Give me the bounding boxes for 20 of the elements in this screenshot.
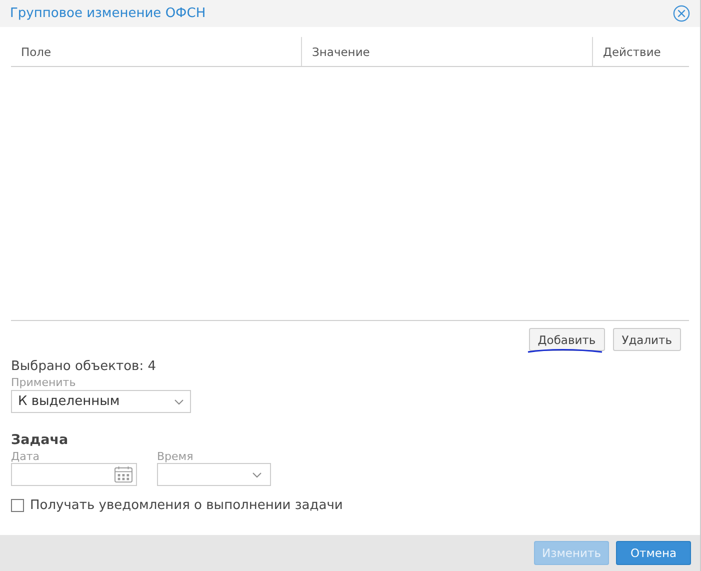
time-dropdown[interactable] xyxy=(157,463,271,486)
delete-button[interactable]: Удалить xyxy=(612,328,681,351)
apply-dropdown[interactable]: К выделенным xyxy=(11,390,191,413)
checkbox-label: Получать уведомления о выполнении задачи xyxy=(30,498,343,513)
field-label: Время xyxy=(157,450,194,463)
calendar-icon xyxy=(114,466,133,483)
checkbox[interactable] xyxy=(11,499,24,512)
window-title: Групповое изменение ОФСН xyxy=(10,6,206,21)
column-header: Значение xyxy=(312,44,370,58)
close-icon[interactable] xyxy=(673,5,690,22)
add-button[interactable]: Добавить xyxy=(528,328,605,351)
field-label: Применить xyxy=(11,376,77,389)
section-heading: Задача xyxy=(11,432,70,448)
chevron-icon xyxy=(252,472,262,478)
chevron-icon xyxy=(174,398,184,404)
selected-count: Выбрано объектов: 4 xyxy=(11,359,157,374)
column-header: Действие xyxy=(603,44,661,58)
date-field[interactable] xyxy=(11,463,137,486)
field-label: Дата xyxy=(11,450,40,463)
column-header: Поле xyxy=(21,44,52,58)
